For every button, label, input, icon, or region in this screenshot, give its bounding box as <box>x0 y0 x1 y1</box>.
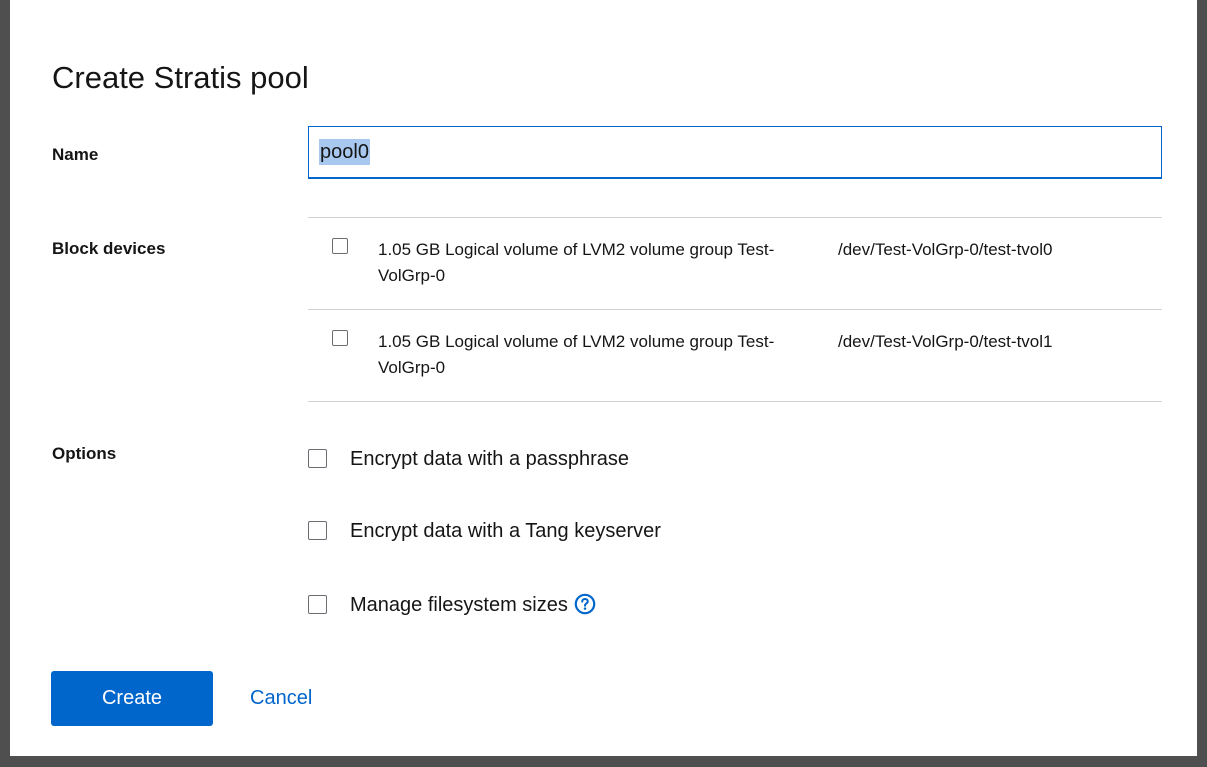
block-device-description: 1.05 GB Logical volume of LVM2 volume gr… <box>378 240 775 285</box>
manage-filesystem-sizes-checkbox[interactable] <box>308 595 327 614</box>
help-circle-icon[interactable] <box>574 593 596 615</box>
block-device-checkbox[interactable] <box>332 330 348 346</box>
block-device-list: 1.05 GB Logical volume of LVM2 volume gr… <box>308 217 1162 402</box>
name-label: Name <box>52 145 99 164</box>
block-device-path: /dev/Test-VolGrp-0/test-tvol0 <box>838 240 1053 259</box>
create-button[interactable]: Create <box>51 671 213 726</box>
manage-filesystem-sizes-label[interactable]: Manage filesystem sizes <box>350 594 568 616</box>
create-stratis-pool-dialog: Create Stratis pool Name pool0 Block dev… <box>10 0 1197 756</box>
encrypt-tang-label[interactable]: Encrypt data with a Tang keyserver <box>350 518 661 544</box>
block-device-checkbox[interactable] <box>332 238 348 254</box>
encrypt-passphrase-checkbox[interactable] <box>308 449 327 468</box>
encrypt-tang-checkbox[interactable] <box>308 521 327 540</box>
encrypt-passphrase-label[interactable]: Encrypt data with a passphrase <box>350 446 629 472</box>
pool-name-value[interactable]: pool0 <box>319 139 370 165</box>
cancel-button[interactable]: Cancel <box>250 671 312 726</box>
options-label: Options <box>52 444 117 463</box>
block-device-row[interactable]: 1.05 GB Logical volume of LVM2 volume gr… <box>308 310 1162 402</box>
block-device-row[interactable]: 1.05 GB Logical volume of LVM2 volume gr… <box>308 218 1162 310</box>
pool-name-input[interactable] <box>308 126 1162 179</box>
block-device-description: 1.05 GB Logical volume of LVM2 volume gr… <box>378 332 775 377</box>
block-devices-label: Block devices <box>52 239 166 258</box>
manage-filesystem-sizes-label-wrap: Manage filesystem sizes <box>350 592 596 618</box>
block-device-path: /dev/Test-VolGrp-0/test-tvol1 <box>838 332 1053 351</box>
dialog-title: Create Stratis pool <box>52 60 309 95</box>
